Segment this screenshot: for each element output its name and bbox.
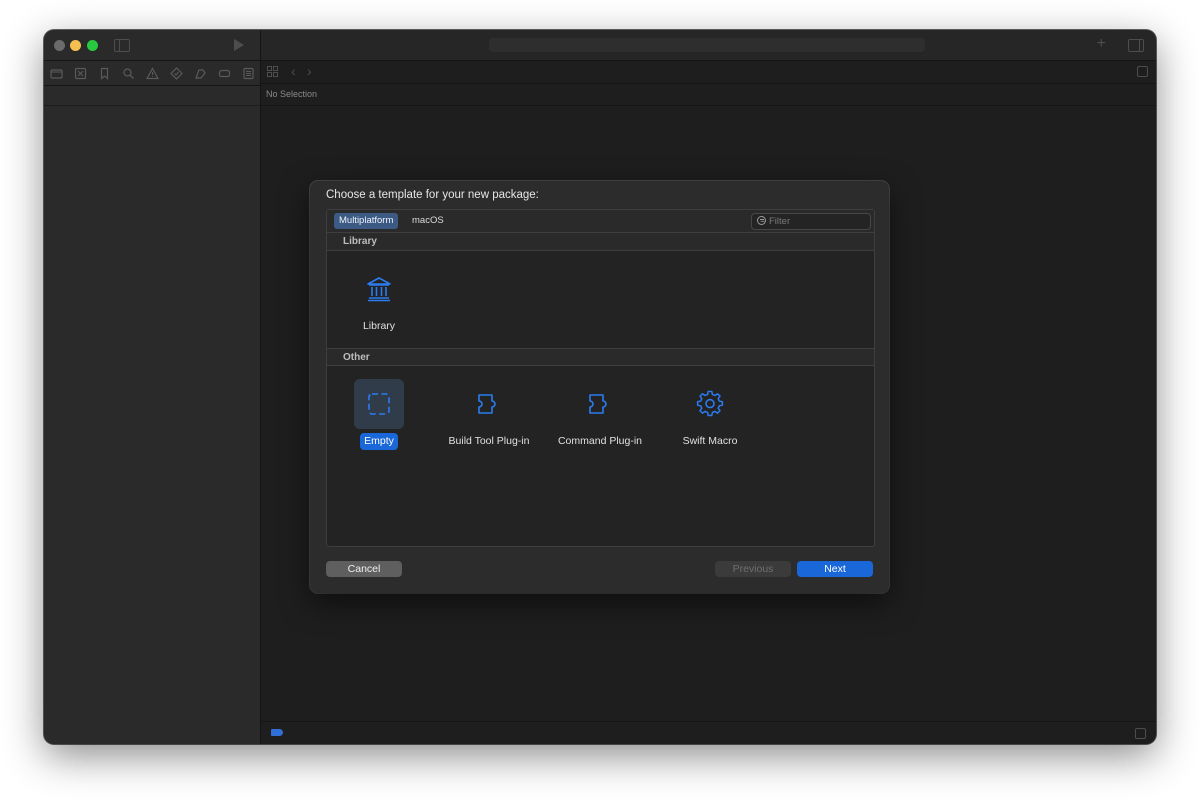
warning-icon[interactable] (140, 61, 164, 85)
report-icon[interactable] (236, 61, 260, 85)
cancel-button[interactable]: Cancel (326, 561, 402, 577)
template-label: Swift Macro (682, 435, 738, 447)
chevron-left-icon[interactable]: ‹ (291, 64, 296, 78)
inspector-toggle-icon[interactable] (1128, 39, 1144, 52)
window-titlebar (44, 30, 260, 60)
gear-icon (685, 379, 735, 429)
template-label: Build Tool Plug-in (448, 435, 530, 447)
divider (44, 105, 260, 106)
bookmark-icon[interactable] (92, 61, 116, 85)
template-label: Command Plug-in (557, 435, 643, 447)
divider (261, 105, 1156, 106)
debug-area-toggle-icon[interactable] (1135, 728, 1146, 739)
tab-macos[interactable]: macOS (407, 213, 449, 229)
sheet-title: Choose a template for your new package: (326, 189, 539, 201)
debug-bar (261, 721, 1156, 744)
test-diamond-icon[interactable] (164, 61, 188, 85)
editor-jump-bar: ‹ › (261, 61, 1156, 84)
run-icon[interactable] (234, 39, 244, 51)
add-icon[interactable]: + (1097, 36, 1106, 52)
dashed-square-icon (354, 379, 404, 429)
zoom-window-button[interactable] (87, 40, 98, 51)
breakpoint-icon[interactable] (212, 61, 236, 85)
template-command-plugin[interactable]: Command Plug-in (545, 379, 655, 450)
navigator-tabs (44, 60, 260, 86)
next-button[interactable]: Next (797, 561, 873, 577)
chevron-right-icon[interactable]: › (307, 64, 312, 78)
template-build-tool-plugin[interactable]: Build Tool Plug-in (434, 379, 544, 450)
platform-tabbar: Multiplatform macOS (327, 210, 874, 233)
section-heading-other: Other (327, 348, 874, 366)
puzzle-piece-icon (464, 379, 514, 429)
template-chooser: Multiplatform macOS Library Library Othe… (326, 209, 875, 547)
template-label: Library (362, 320, 396, 332)
filter-field[interactable] (751, 213, 871, 230)
new-package-sheet: Choose a template for your new package: … (310, 181, 889, 593)
section-heading-library: Library (327, 233, 874, 251)
add-editor-icon[interactable] (1137, 66, 1148, 77)
window-toolbar: + (261, 30, 1156, 61)
minimize-window-button[interactable] (70, 40, 81, 51)
close-window-button[interactable] (54, 40, 65, 51)
sidebar-toggle-icon[interactable] (114, 39, 130, 52)
tab-multiplatform[interactable]: Multiplatform (334, 213, 399, 229)
navigator-sidebar (44, 30, 261, 744)
template-label: Empty (360, 433, 398, 450)
puzzle-piece-icon (575, 379, 625, 429)
grid-icon[interactable] (267, 66, 278, 77)
debug-icon[interactable] (188, 61, 212, 85)
previous-button[interactable]: Previous (715, 561, 791, 577)
filter-input[interactable] (769, 214, 864, 229)
source-control-icon[interactable] (68, 61, 92, 85)
search-icon[interactable] (116, 61, 140, 85)
filter-icon (757, 216, 766, 225)
breadcrumb: No Selection (266, 89, 318, 99)
building-columns-icon (354, 264, 404, 314)
template-swift-macro[interactable]: Swift Macro (655, 379, 765, 450)
template-empty[interactable]: Empty (327, 379, 434, 450)
activity-view (489, 38, 925, 52)
tag-icon[interactable] (271, 729, 283, 736)
template-library[interactable]: Library (327, 264, 434, 335)
folder-icon[interactable] (44, 61, 68, 85)
